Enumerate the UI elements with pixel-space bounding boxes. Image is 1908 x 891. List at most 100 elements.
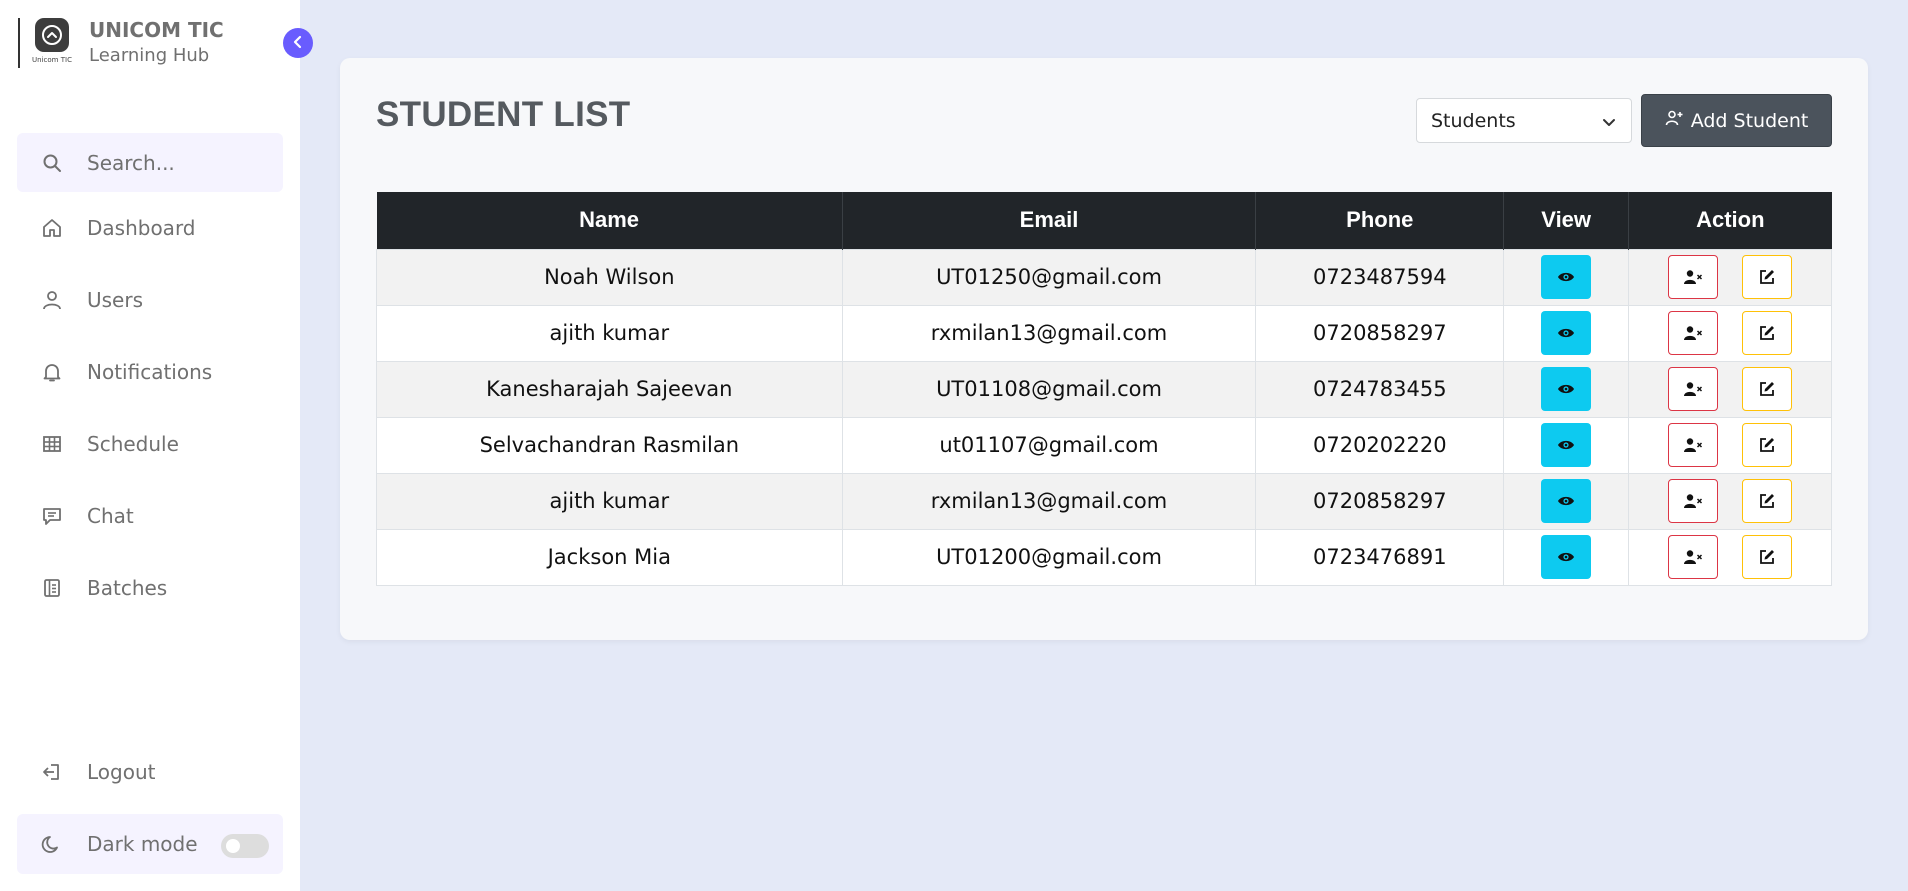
user-remove-icon xyxy=(1683,269,1703,285)
search-box[interactable] xyxy=(17,133,283,192)
sidebar-item-label: Notifications xyxy=(87,360,213,384)
cell-email: UT01108@gmail.com xyxy=(841,360,1257,418)
search-input[interactable] xyxy=(87,150,267,175)
edit-icon xyxy=(1758,436,1776,454)
sidebar-nav: Dashboard Users Notifications Schedule C… xyxy=(17,198,283,630)
sidebar-item-label: Chat xyxy=(87,504,134,528)
moon-icon xyxy=(17,833,87,855)
edit-icon xyxy=(1758,548,1776,566)
view-button[interactable] xyxy=(1541,479,1592,523)
logout-button[interactable]: Logout xyxy=(17,742,283,802)
cell-name: Kanesharajah Sajeevan xyxy=(376,360,843,418)
user-remove-icon xyxy=(1683,381,1703,397)
brand-subtitle: Learning Hub xyxy=(89,45,210,66)
cell-email: UT01250@gmail.com xyxy=(841,248,1257,306)
cell-phone: 0724783455 xyxy=(1255,360,1505,418)
cell-action xyxy=(1628,472,1832,530)
cell-email: rxmilan13@gmail.com xyxy=(841,472,1257,530)
cell-name: Noah Wilson xyxy=(376,248,843,306)
eye-icon xyxy=(1557,494,1575,508)
add-student-button[interactable]: Add Student xyxy=(1641,94,1832,147)
remove-student-button[interactable] xyxy=(1668,535,1719,579)
cell-name: Jackson Mia xyxy=(376,528,843,586)
edit-icon xyxy=(1758,492,1776,510)
page-title: STUDENT LIST xyxy=(376,95,631,134)
view-button[interactable] xyxy=(1541,311,1592,355)
cell-action xyxy=(1628,528,1832,586)
cell-action xyxy=(1628,304,1832,362)
table-icon xyxy=(17,433,87,455)
brand: Unicom TIC UNICOM TIC Learning Hub xyxy=(18,18,224,68)
user-remove-icon xyxy=(1683,493,1703,509)
cell-name: ajith kumar xyxy=(376,472,843,530)
table-row: Jackson Mia UT01200@gmail.com 0723476891 xyxy=(376,528,1832,586)
remove-student-button[interactable] xyxy=(1668,423,1719,467)
edit-student-button[interactable] xyxy=(1742,255,1793,299)
batch-icon xyxy=(17,577,87,599)
cell-view xyxy=(1503,304,1630,362)
cell-email: UT01200@gmail.com xyxy=(841,528,1257,586)
role-select-value: Students xyxy=(1431,109,1516,132)
home-icon xyxy=(17,217,87,239)
role-select[interactable]: Students xyxy=(1416,98,1632,143)
edit-student-button[interactable] xyxy=(1742,311,1793,355)
cell-name: ajith kumar xyxy=(376,304,843,362)
dark-mode-label: Dark mode xyxy=(87,832,198,856)
chevron-left-icon xyxy=(291,34,305,53)
cell-action xyxy=(1628,360,1832,418)
brand-title: UNICOM TIC xyxy=(89,18,224,42)
cell-action xyxy=(1628,248,1832,306)
cell-email: ut01107@gmail.com xyxy=(841,416,1257,474)
sidebar-item-users[interactable]: Users xyxy=(17,270,283,330)
user-remove-icon xyxy=(1683,549,1703,565)
sidebar-item-notifications[interactable]: Notifications xyxy=(17,342,283,402)
view-button[interactable] xyxy=(1541,535,1592,579)
chat-icon xyxy=(17,505,87,527)
table-row: Kanesharajah Sajeevan UT01108@gmail.com 07… xyxy=(376,360,1832,418)
cell-action xyxy=(1628,416,1832,474)
dark-mode-toggle[interactable] xyxy=(221,834,269,858)
table-row: Noah Wilson UT01250@gmail.com 0723487594 xyxy=(376,248,1832,306)
logo-icon xyxy=(35,18,69,52)
edit-student-button[interactable] xyxy=(1742,423,1793,467)
edit-icon xyxy=(1758,324,1776,342)
eye-icon xyxy=(1557,326,1575,340)
table-header-row: Name Email Phone View Action xyxy=(376,192,1832,249)
sidebar-item-dashboard[interactable]: Dashboard xyxy=(17,198,283,258)
cell-phone: 0720858297 xyxy=(1255,472,1505,530)
bell-icon xyxy=(17,361,87,383)
table-row: ajith kumar rxmilan13@gmail.com 0720858297 xyxy=(376,304,1832,362)
remove-student-button[interactable] xyxy=(1668,479,1719,523)
cell-name: Selvachandran Rasmilan xyxy=(376,416,843,474)
view-button[interactable] xyxy=(1541,423,1592,467)
remove-student-button[interactable] xyxy=(1668,367,1719,411)
sidebar-item-chat[interactable]: Chat xyxy=(17,486,283,546)
column-header-action: Action xyxy=(1628,192,1832,249)
sidebar-item-schedule[interactable]: Schedule xyxy=(17,414,283,474)
chevron-down-icon xyxy=(1601,113,1617,135)
column-header-phone: Phone xyxy=(1255,192,1504,249)
edit-icon xyxy=(1758,380,1776,398)
sidebar-item-label: Schedule xyxy=(87,432,179,456)
cell-email: rxmilan13@gmail.com xyxy=(841,304,1257,362)
remove-student-button[interactable] xyxy=(1668,311,1719,355)
student-table: Name Email Phone View Action Noah Wilson… xyxy=(376,192,1832,586)
user-remove-icon xyxy=(1683,325,1703,341)
edit-student-button[interactable] xyxy=(1742,367,1793,411)
user-remove-icon xyxy=(1683,437,1703,453)
sidebar-item-batches[interactable]: Batches xyxy=(17,558,283,618)
sidebar-item-label: Users xyxy=(87,288,144,312)
sidebar: Unicom TIC UNICOM TIC Learning Hub Dashb… xyxy=(0,0,300,891)
edit-student-button[interactable] xyxy=(1742,535,1793,579)
remove-student-button[interactable] xyxy=(1668,255,1719,299)
view-button[interactable] xyxy=(1541,367,1592,411)
sidebar-collapse-button[interactable] xyxy=(283,28,313,58)
brand-divider xyxy=(18,18,20,68)
toggle-knob xyxy=(226,839,240,853)
logout-icon xyxy=(17,761,87,783)
eye-icon xyxy=(1557,270,1575,284)
search-icon xyxy=(17,153,87,173)
edit-student-button[interactable] xyxy=(1742,479,1793,523)
logo: Unicom TIC xyxy=(32,18,72,68)
view-button[interactable] xyxy=(1541,255,1592,299)
